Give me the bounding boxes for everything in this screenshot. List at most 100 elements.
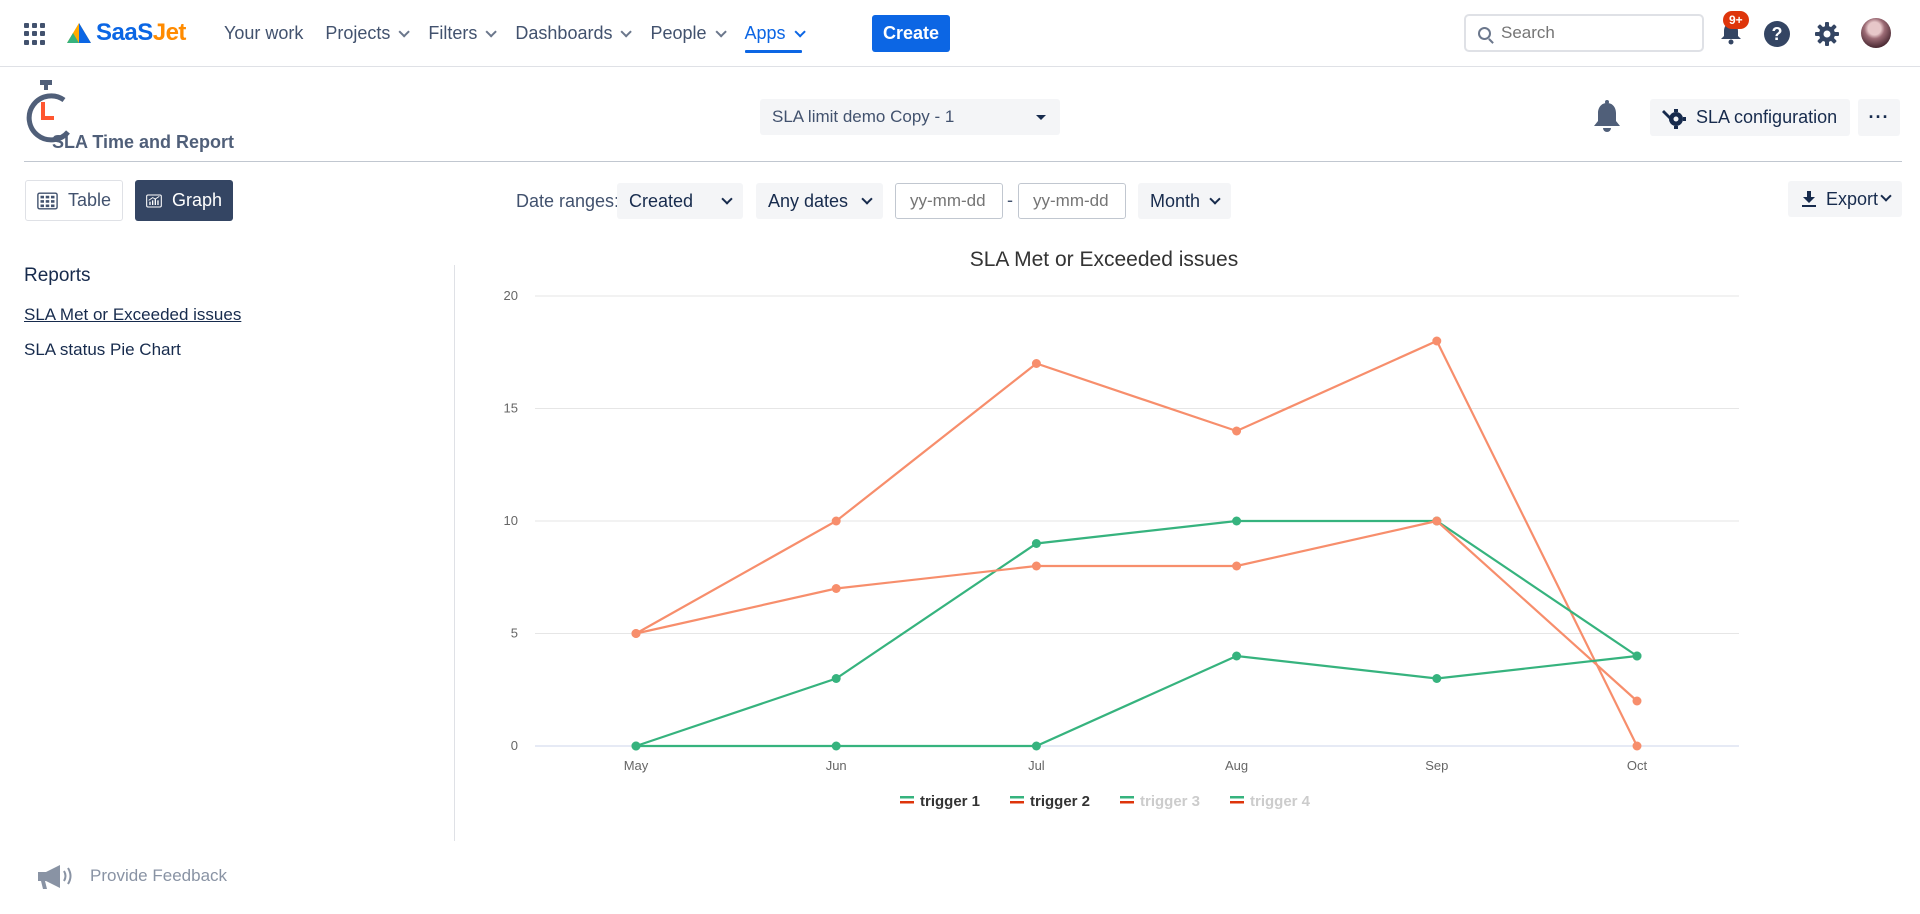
data-point	[1432, 516, 1442, 526]
caret-down-icon	[1036, 115, 1046, 120]
series-line	[635, 339, 1638, 747]
provide-feedback-link[interactable]: Provide Feedback	[36, 862, 227, 890]
provide-feedback-label: Provide Feedback	[90, 866, 228, 885]
date-ranges-label: Date ranges:	[516, 191, 620, 211]
chart-container: SLA Met or Exceeded issues 0 5 10 15 20 May Ju…	[480, 240, 1760, 840]
legend-swatch	[1230, 796, 1244, 799]
nav-projects[interactable]: Projects	[325, 0, 411, 67]
x-tick-label: May	[624, 758, 649, 773]
data-point	[1632, 741, 1642, 751]
app-switcher-icon[interactable]	[24, 23, 46, 45]
legend-item-label[interactable]: trigger 2	[1030, 793, 1090, 810]
y-tick-label: 10	[504, 513, 518, 528]
nav-people[interactable]: People	[650, 0, 727, 67]
data-point	[1031, 561, 1041, 571]
x-tick-label: Oct	[1627, 758, 1648, 773]
reports-heading: Reports	[24, 265, 91, 286]
data-point	[1232, 651, 1242, 661]
chevron-down-icon	[721, 193, 733, 205]
more-options-button[interactable]: ···	[1858, 99, 1900, 136]
legend-item-label[interactable]: trigger 1	[920, 793, 980, 810]
sla-selector[interactable]: SLA limit demo Copy - 1	[760, 99, 1060, 135]
chevron-down-icon	[794, 25, 806, 38]
data-point	[1632, 696, 1642, 706]
report-link-sla-status-pie[interactable]: SLA status Pie Chart	[24, 340, 181, 360]
legend-swatch	[1120, 796, 1134, 799]
period-dropdown[interactable]: Month	[1138, 183, 1231, 219]
nav-filters[interactable]: Filters	[428, 0, 498, 67]
data-point	[831, 584, 841, 593]
create-button[interactable]: Create	[872, 15, 950, 52]
legend-item-label[interactable]: trigger 3	[1140, 793, 1200, 810]
help-icon[interactable]: ?	[1764, 21, 1790, 47]
main-nav: Your work Projects Filters Dashboards Pe…	[224, 0, 824, 67]
download-icon	[1802, 191, 1816, 207]
configuration-icon	[1662, 108, 1686, 129]
legend-swatch	[1230, 801, 1244, 804]
data-point	[1232, 561, 1242, 571]
data-point	[831, 741, 841, 751]
date-preset-value: Any dates	[768, 191, 849, 211]
megaphone-icon	[38, 865, 72, 889]
y-tick-label: 20	[504, 288, 518, 303]
nav-your-work[interactable]: Your work	[224, 0, 303, 67]
data-point	[831, 516, 841, 526]
sla-configuration-button[interactable]: SLA configuration	[1650, 99, 1850, 136]
nav-dashboards[interactable]: Dashboards	[515, 0, 633, 67]
graph-view-button[interactable]: Graph	[135, 180, 233, 221]
table-view-button[interactable]: Table	[25, 180, 123, 221]
saasjet-logo[interactable]: SaaSJet	[66, 18, 186, 48]
export-label: Export	[1826, 188, 1879, 209]
legend-swatch	[1120, 801, 1134, 804]
chevron-down-icon	[398, 25, 411, 38]
x-tick-label: Jun	[826, 758, 847, 773]
bell-icon[interactable]	[1591, 100, 1623, 134]
sla-selected-value: SLA limit demo Copy - 1	[772, 107, 955, 126]
x-tick-label: Aug	[1225, 758, 1248, 773]
data-point	[1031, 539, 1041, 548]
chevron-down-icon	[861, 193, 873, 205]
chevron-down-icon	[1209, 193, 1221, 205]
legend-swatch	[1010, 801, 1024, 804]
gear-icon[interactable]	[1813, 20, 1841, 48]
date-to-input[interactable]	[1018, 183, 1126, 219]
data-point	[1031, 359, 1041, 368]
data-point	[1232, 426, 1242, 436]
legend-swatch	[900, 796, 914, 799]
date-from-input[interactable]	[895, 183, 1003, 219]
app-header: SLA Time and Report SLA limit demo Copy …	[24, 68, 1902, 162]
date-preset-dropdown[interactable]: Any dates	[756, 183, 883, 219]
sla-configuration-label: SLA configuration	[1696, 107, 1838, 127]
data-point	[1632, 651, 1642, 661]
date-field-value: Created	[629, 191, 694, 211]
table-icon	[37, 191, 58, 210]
saasjet-logo-icon	[67, 23, 91, 43]
data-point	[1432, 336, 1442, 346]
line-chart: 0 5 10 15 20 May Jun Jul Aug Sep Oct trigger 1 trigg…	[504, 288, 1739, 810]
data-point	[1432, 674, 1442, 683]
data-point	[831, 674, 841, 683]
nav-apps[interactable]: Apps	[744, 0, 806, 67]
search-input[interactable]	[1501, 23, 1691, 43]
chevron-down-icon	[714, 25, 727, 38]
period-value: Month	[1150, 191, 1201, 211]
top-navigation: SaaSJet Your work Projects Filters Dashb…	[0, 0, 1920, 67]
y-tick-label: 5	[511, 626, 518, 641]
export-button[interactable]: Export	[1788, 181, 1902, 217]
legend-swatch	[900, 801, 914, 804]
graph-icon	[146, 193, 162, 208]
data-point	[1031, 741, 1041, 751]
report-link-sla-met-or-exceeded[interactable]: SLA Met or Exceeded issues	[24, 305, 241, 325]
date-field-dropdown[interactable]: Created	[617, 183, 743, 219]
search-field[interactable]	[1464, 14, 1704, 52]
table-view-label: Table	[67, 190, 111, 210]
x-tick-label: Jul	[1028, 758, 1045, 773]
legend-swatch	[1010, 796, 1024, 799]
sla-logo: SLA Time and Report	[24, 80, 264, 152]
date-separator: -	[1007, 190, 1013, 210]
legend-item-label[interactable]: trigger 4	[1250, 793, 1311, 810]
sidebar-divider	[454, 265, 455, 841]
data-point	[631, 629, 641, 638]
user-avatar[interactable]	[1861, 18, 1891, 48]
notification-badge: 9+	[1723, 11, 1749, 29]
